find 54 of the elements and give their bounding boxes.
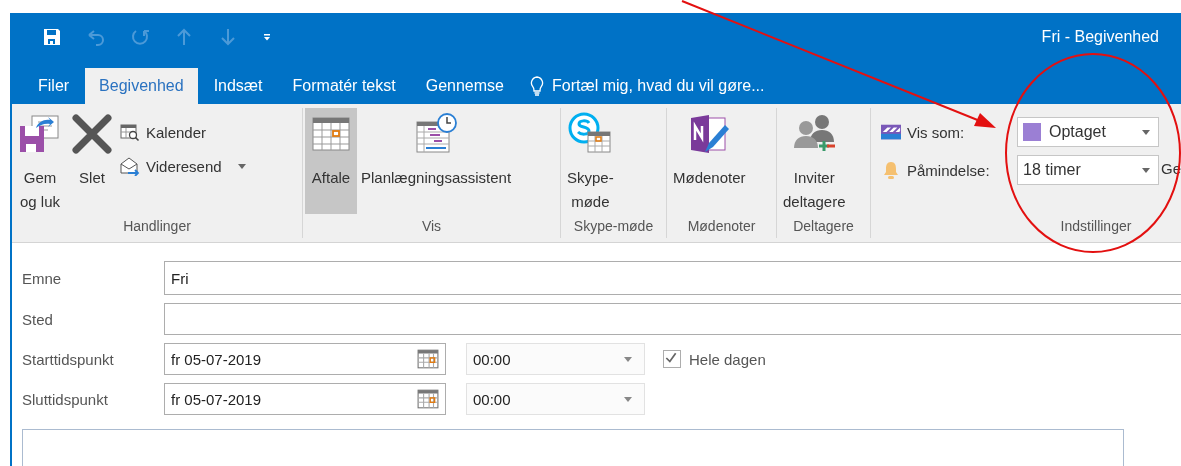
text-field[interactable] (164, 303, 1181, 335)
ribbon-button[interactable]: Gem og luk (14, 108, 66, 214)
field-label: Starttidspunkt (22, 350, 115, 368)
group-label: Handlinger (122, 218, 192, 236)
ribbon-tab[interactable]: Formatér tekst (278, 68, 410, 104)
group-label: Skype-møde (572, 218, 655, 236)
save-icon[interactable] (42, 26, 62, 47)
busy-stripes-icon (881, 122, 901, 142)
ribbon-tab[interactable]: Begivenhed (85, 68, 198, 104)
date-field[interactable]: fr 05-07-2019 (164, 343, 446, 375)
calendar-icon (417, 348, 439, 370)
ribbon-tab[interactable]: Gennemse (411, 68, 518, 104)
group-label: Vis (420, 218, 443, 236)
window-title: Fri - Begivenhed (1041, 27, 1159, 46)
calendar-search-icon (120, 122, 140, 142)
ribbon-button[interactable]: Skype- møde (563, 108, 618, 214)
field-label: Sted (22, 310, 54, 328)
field-label: Sluttidspunkt (22, 390, 109, 408)
ribbon-button[interactable]: Planlægningsassistent (357, 108, 516, 214)
caret-icon (1142, 129, 1150, 135)
chat-calendar-icon (568, 112, 613, 156)
ribbon-button[interactable]: Slet (66, 108, 118, 214)
bell-icon (881, 160, 901, 180)
ribbon-button[interactable]: Mødenoter (669, 108, 750, 214)
field-label: Emne (22, 269, 63, 287)
checkbox-label: Hele dagen (689, 350, 766, 368)
customize-icon[interactable] (262, 31, 272, 42)
caret-icon (624, 396, 632, 402)
dropdown-field[interactable]: Optaget (1017, 117, 1159, 147)
calendar-icon (417, 388, 439, 410)
group-label: Deltagere (792, 218, 855, 236)
tell-me-search[interactable]: Fortæl mig, hvad du vil gøre... (551, 77, 765, 95)
lightbulb-icon (529, 76, 544, 96)
time-dropdown[interactable]: 00:00 (466, 383, 645, 415)
caret-icon (1142, 167, 1150, 173)
schedule-clock-icon (414, 112, 459, 156)
ribbon-button[interactable]: Inviter deltagere (779, 108, 850, 214)
ribbon-button[interactable]: Aftale (305, 108, 357, 214)
envelope-arrow-icon (120, 156, 140, 176)
dropdown-field[interactable]: 18 timer (1017, 155, 1159, 185)
text-field[interactable]: Fri (164, 261, 1181, 295)
date-field[interactable]: fr 05-07-2019 (164, 383, 446, 415)
time-dropdown[interactable]: 00:00 (466, 343, 645, 375)
group-label: Mødenoter (686, 218, 757, 236)
ribbon-tab[interactable]: Filer (24, 68, 84, 104)
caret-icon (624, 356, 632, 362)
checkbox[interactable] (663, 350, 681, 368)
option-label: Vis som: (907, 123, 966, 141)
ribbon-button[interactable]: Kalender (118, 120, 248, 144)
ribbon-button[interactable]: Videresend (118, 154, 248, 178)
option-label: Påmindelse: (907, 161, 991, 179)
delete-x-icon (70, 112, 114, 156)
group-label: Indstillinger (1059, 218, 1133, 236)
ribbon-tab[interactable]: Indsæt (199, 68, 277, 104)
